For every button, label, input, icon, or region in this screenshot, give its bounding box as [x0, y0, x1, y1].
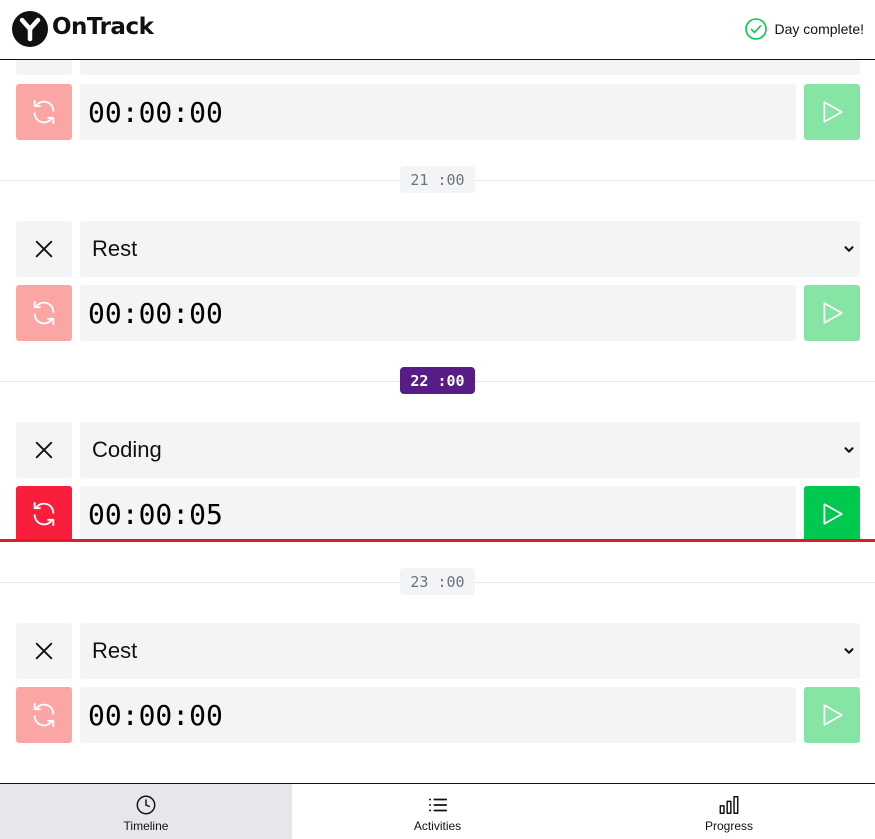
- activity-select[interactable]: Rest: [80, 221, 860, 277]
- hour-label: 21 :00: [400, 166, 475, 193]
- play-icon: [823, 704, 843, 726]
- nav-item-activities[interactable]: Activities: [292, 784, 583, 839]
- chevron-down-icon: [844, 447, 854, 453]
- timer-display: 00:00:00: [80, 84, 796, 140]
- play-icon: [823, 101, 843, 123]
- reset-timer-button[interactable]: [16, 84, 72, 140]
- activity-select-value: Coding: [92, 437, 162, 462]
- close-icon: [35, 642, 53, 660]
- activity-select-value: Rest: [92, 236, 138, 261]
- reset-timer-button[interactable]: [16, 285, 72, 341]
- start-timer-button[interactable]: [804, 486, 860, 542]
- nav-item-label: Timeline: [123, 819, 169, 833]
- chevron-down-icon: [844, 246, 854, 252]
- reset-timer-button[interactable]: [16, 486, 72, 542]
- current-hour-label: 22 :00: [400, 367, 475, 394]
- ontrack-logo-icon[interactable]: [12, 11, 48, 47]
- brand-name[interactable]: OnTrack: [52, 14, 154, 40]
- current-time-indicator: [0, 539, 875, 542]
- timer-display: 00:00:00: [80, 687, 796, 743]
- check-circle-icon: [744, 18, 767, 40]
- refresh-icon: [33, 501, 55, 527]
- timeline: 00:00:00 21 :00 Rest 00:00:00 22 :00 Cod…: [0, 0, 875, 839]
- nav-item-timeline[interactable]: Timeline: [0, 784, 292, 839]
- refresh-icon: [33, 702, 55, 728]
- activity-select-value: Rest: [92, 638, 138, 663]
- refresh-icon: [33, 300, 55, 326]
- play-icon: [823, 302, 843, 324]
- nav-item-progress[interactable]: Progress: [583, 784, 875, 839]
- remove-activity-button[interactable]: [16, 221, 72, 277]
- activity-select[interactable]: Coding: [80, 422, 860, 478]
- bottom-nav: Timeline Activities Progress: [0, 783, 875, 839]
- activity-select[interactable]: Rest: [80, 623, 860, 679]
- bar-chart-icon: [719, 796, 739, 814]
- timer-display: 00:00:00: [80, 285, 796, 341]
- day-status: Day complete!: [744, 17, 864, 41]
- list-icon: [428, 798, 447, 812]
- chevron-down-icon: [844, 648, 854, 654]
- nav-item-label: Activities: [413, 819, 462, 833]
- start-timer-button[interactable]: [804, 687, 860, 743]
- remove-activity-button[interactable]: [16, 623, 72, 679]
- start-timer-button[interactable]: [804, 285, 860, 341]
- refresh-icon: [33, 99, 55, 125]
- hour-label: 23 :00: [400, 568, 475, 595]
- day-status-text: Day complete!: [774, 21, 864, 37]
- close-icon: [35, 240, 53, 258]
- nav-item-label: Progress: [704, 819, 754, 833]
- timer-display: 00:00:05: [80, 486, 796, 542]
- remove-activity-button[interactable]: [16, 422, 72, 478]
- play-icon: [823, 503, 843, 525]
- reset-timer-button[interactable]: [16, 687, 72, 743]
- close-icon: [35, 441, 53, 459]
- clock-icon: [136, 795, 156, 815]
- app-header: OnTrack Day complete!: [0, 0, 875, 60]
- start-timer-button[interactable]: [804, 84, 860, 140]
